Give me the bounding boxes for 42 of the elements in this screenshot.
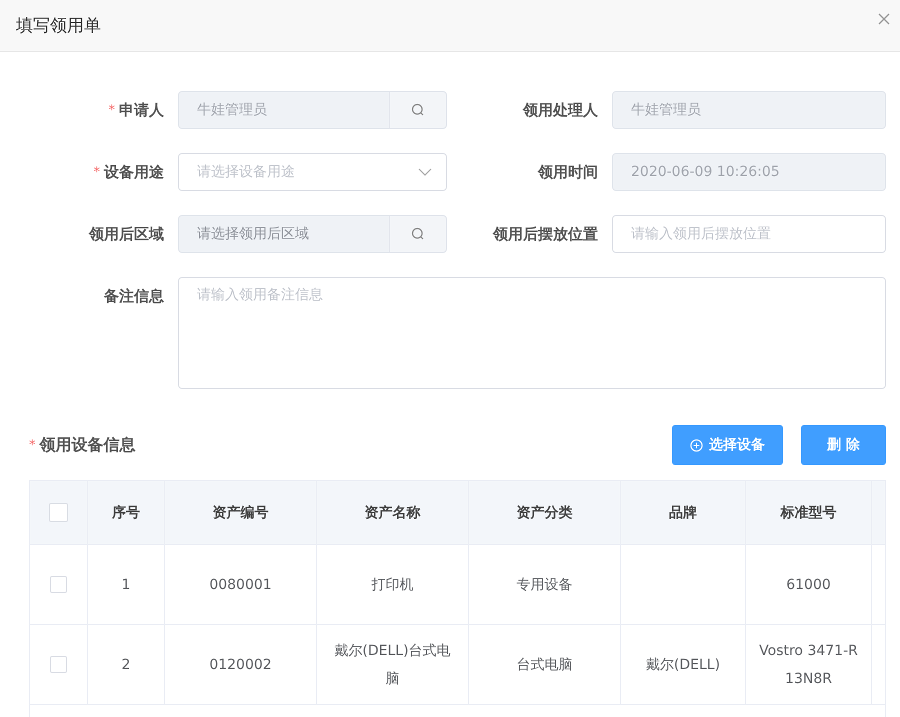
field-label: 领用后区域 [89, 224, 164, 244]
select-input[interactable]: 请选择设备用途 [179, 164, 418, 180]
column-header: 序号 [88, 481, 164, 544]
column-header: 资产分类 [468, 481, 620, 544]
field-label: 领用后摆放位置 [493, 224, 598, 244]
table-cell-text: 0120002 [208, 656, 273, 674]
field-label: 备注信息 [104, 286, 164, 306]
row-checkbox[interactable] [50, 576, 67, 594]
required-mark: * [94, 164, 100, 180]
table-cell-text: 打印机 [370, 576, 414, 594]
input-field[interactable]: 请输入领用后摆放位置 [612, 215, 886, 253]
delete-button[interactable]: 删 除 [801, 425, 886, 465]
column-header: 资产编号 [164, 481, 316, 544]
section-title: 领用设备信息 [40, 434, 136, 456]
field-label: 设备用途 [104, 162, 164, 182]
table-cell-text: 2 [120, 656, 132, 674]
table-cell-text: Vostro 3471-R 13N8R [758, 642, 859, 688]
select-field[interactable]: 请选择设备用途 [178, 153, 447, 191]
field-label: 领用时间 [538, 162, 598, 182]
remarks-field[interactable]: 请输入领用备注信息 [178, 277, 886, 389]
table-cell-text: 台式电脑 [516, 656, 574, 674]
required-mark: * [108, 102, 115, 118]
row-checkbox[interactable] [50, 656, 67, 674]
field-label: 领用处理人 [523, 100, 598, 120]
table-cell-text: 61000 [785, 576, 832, 594]
chevron-down-icon [418, 168, 432, 176]
table-cell-text: 专用设备 [516, 576, 574, 594]
column-header: 标准型号 [746, 481, 872, 544]
required-mark: * [29, 438, 36, 452]
table-cell-text: 0080001 [208, 576, 273, 594]
column-header: 资产名称 [316, 481, 468, 544]
dialog-title: 填写领用单 [16, 15, 101, 37]
column-header: 品牌 [620, 481, 746, 544]
plus-circle-icon [690, 438, 704, 452]
table-cell-text: 1 [120, 576, 132, 594]
text-input[interactable]: 请输入领用后摆放位置 [613, 226, 885, 242]
select-equipment-button[interactable]: 选择设备 [672, 425, 784, 465]
select-all-checkbox[interactable] [49, 503, 68, 522]
table-cell-text: 戴尔(DELL) [644, 656, 722, 674]
field-label: 申请人 [119, 100, 164, 120]
table-cell-text: 戴尔(DELL)台式电脑 [333, 642, 452, 688]
close-icon[interactable] [876, 10, 892, 26]
